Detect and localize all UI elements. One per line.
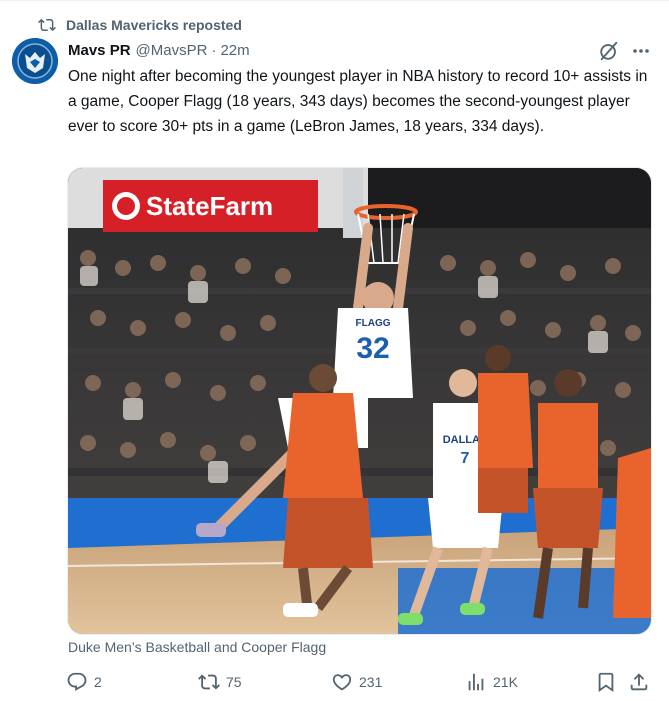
action-bar: 2 75 231 21K bbox=[66, 670, 653, 694]
post-text: One night after becoming the youngest pl… bbox=[68, 68, 648, 135]
post-image[interactable]: StateFarm FLAGG 32 DALLAS 7 bbox=[67, 167, 652, 635]
views-chart-icon bbox=[468, 673, 484, 691]
repost-label: Dallas Mavericks reposted bbox=[66, 17, 242, 33]
banner-text: StateFarm bbox=[146, 191, 273, 221]
author-handle[interactable]: @MavsPR bbox=[136, 42, 208, 59]
views-button[interactable]: 21K bbox=[465, 670, 518, 694]
heart-icon bbox=[332, 674, 352, 691]
repost-action-icon bbox=[198, 674, 220, 690]
author-name[interactable]: Mavs PR bbox=[68, 42, 131, 59]
more-options-icon[interactable] bbox=[631, 42, 651, 60]
repost-indicator[interactable]: Dallas Mavericks reposted bbox=[38, 14, 242, 36]
bookmark-button[interactable] bbox=[595, 670, 617, 694]
separator-dot: · bbox=[211, 41, 217, 59]
reply-button[interactable]: 2 bbox=[66, 670, 102, 694]
repost-icon bbox=[38, 16, 56, 34]
like-button[interactable]: 231 bbox=[331, 670, 382, 694]
share-button[interactable] bbox=[628, 670, 650, 694]
reply-icon bbox=[67, 672, 87, 691]
media-caption: Duke Men’s Basketball and Cooper Flagg bbox=[68, 639, 327, 655]
jersey-number-second: 7 bbox=[461, 450, 470, 467]
post-header: Mavs PR @MavsPR · 22m bbox=[68, 40, 250, 60]
post-time[interactable]: 22m bbox=[220, 42, 249, 59]
repost-count: 75 bbox=[226, 674, 242, 690]
like-count: 231 bbox=[359, 674, 383, 690]
repost-button[interactable]: 75 bbox=[198, 670, 242, 694]
top-divider bbox=[0, 0, 669, 1]
jersey-number: 32 bbox=[356, 332, 389, 365]
bookmark-icon bbox=[598, 672, 614, 693]
reply-count: 2 bbox=[94, 674, 102, 690]
avatar[interactable] bbox=[12, 38, 58, 84]
views-count: 21K bbox=[493, 674, 518, 690]
share-icon bbox=[630, 673, 648, 691]
jersey-name: FLAGG bbox=[356, 318, 391, 329]
grok-icon[interactable] bbox=[598, 40, 620, 62]
